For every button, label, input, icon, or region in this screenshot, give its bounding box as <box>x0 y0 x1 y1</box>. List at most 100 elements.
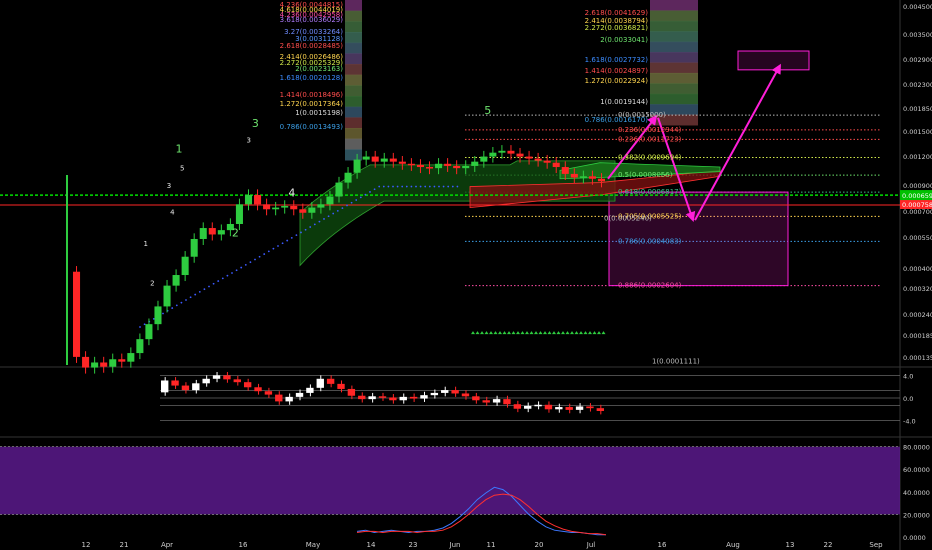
moving-average-dot <box>382 185 385 188</box>
moving-average-dot <box>272 247 275 250</box>
oscillator-bar <box>306 387 314 393</box>
fib-left-label: 2(0.0023163) <box>295 65 343 73</box>
moving-average-dot <box>350 201 353 204</box>
fib-extension-band <box>345 0 362 12</box>
moving-average-dot <box>327 215 330 218</box>
candle-body <box>163 285 171 307</box>
retracement-label: 0.786(0.0004083) <box>618 237 682 245</box>
oscillator-bar <box>503 399 511 405</box>
fib-extension-band <box>345 74 362 86</box>
moving-average-dot <box>341 207 344 210</box>
moving-average-dot <box>447 185 450 188</box>
y-tick-label: 0.0001850 <box>903 332 932 340</box>
oscillator-bar <box>586 406 594 409</box>
oscillator-bar <box>275 394 283 402</box>
moving-average-dot <box>433 185 436 188</box>
signal-triangle <box>489 331 493 335</box>
moving-average-dot <box>226 274 229 277</box>
fib-left-label: 1.414(0.0018496) <box>280 91 344 99</box>
chart-stage: 4.236(0.0044815) 4.618(0.0044019) 4.236(0.… <box>0 0 932 550</box>
moving-average-dot <box>396 185 399 188</box>
stochastic-tick: 20.0000 <box>903 511 930 519</box>
x-tick-label: May <box>306 541 320 549</box>
oscillator-bar <box>368 396 376 400</box>
signal-triangle <box>561 331 565 335</box>
candle-body <box>507 150 515 154</box>
wave-label: 3 <box>252 117 259 130</box>
candle-body <box>290 205 298 210</box>
moving-average-dot <box>208 285 210 288</box>
candle-body <box>588 176 596 179</box>
oscillator-bar <box>264 391 273 395</box>
candle-body <box>235 204 243 224</box>
oscillator-bar <box>565 407 573 410</box>
y-tick-label: 0.0007000 <box>903 208 932 216</box>
fib-extension-band <box>345 117 362 129</box>
oscillator-bar <box>555 407 563 410</box>
x-tick-label: 13 <box>786 541 795 549</box>
fib-extension-band <box>345 128 362 140</box>
y-tick-label: 0.0009000 <box>903 182 932 190</box>
y-tick-label: 0.0005500 <box>903 234 932 242</box>
signal-triangle <box>502 331 507 335</box>
oscillator-tick: -4.0 <box>903 418 916 426</box>
signal-triangle <box>588 331 592 335</box>
oscillator-bar <box>430 392 439 396</box>
y-tick-label: 0.0003200 <box>903 285 932 293</box>
fib-extension-band <box>345 149 362 161</box>
signal-triangle <box>520 331 525 335</box>
fib-right-label: 1(0.0019144) <box>600 98 648 106</box>
candle-body <box>597 178 605 182</box>
y-tick-label: 0.0002400 <box>903 311 932 319</box>
oscillator-bar <box>596 408 604 411</box>
fib-extension-band <box>650 0 698 11</box>
fib-left-label: 2.618(0.0028485) <box>280 42 344 50</box>
oscillator-bar <box>544 404 553 410</box>
oscillator-tick: 4.0 <box>903 372 913 380</box>
retracement-label: 0.618(0.0006817) <box>618 188 682 196</box>
oscillator-bar <box>482 400 490 403</box>
moving-average-dot <box>295 234 298 237</box>
fib-extension-band <box>345 138 362 150</box>
signal-triangle <box>592 331 597 335</box>
candle-body <box>199 228 207 239</box>
y-tick-label: 0.0004000 <box>903 265 932 273</box>
moving-average-dot <box>290 236 293 239</box>
oscillator-bar <box>399 396 407 401</box>
x-tick-label: 21 <box>120 541 129 549</box>
oscillator-bar <box>575 406 584 410</box>
oscillator-bar <box>192 383 200 391</box>
candle-body <box>217 230 225 235</box>
fib-right-label: 1.414(0.0024897) <box>585 67 649 75</box>
retracement-label: 0.236(0.0011723) <box>618 135 682 143</box>
x-tick-label: 12 <box>82 541 91 549</box>
signal-triangle <box>498 331 502 335</box>
oscillator-bar <box>181 385 190 391</box>
candle-body <box>263 204 271 210</box>
signal-triangle <box>484 331 489 335</box>
oscillator-bar <box>295 392 304 397</box>
signal-triangle <box>471 331 475 335</box>
moving-average-dot <box>313 223 316 226</box>
oscillator-bar <box>472 396 480 401</box>
moving-average-dot <box>401 185 404 188</box>
candle-body <box>389 158 397 162</box>
moving-average-dot <box>369 191 371 193</box>
fib-extension-band <box>345 10 362 22</box>
moving-average-dot <box>336 209 339 212</box>
chart-svg: 4.236(0.0044815)4.618(0.0044019)4.236(0.… <box>0 0 932 550</box>
retracement-label: 0.5(0.0008056) <box>618 171 673 179</box>
fib-left-label: 1.272(0.0017364) <box>280 100 344 108</box>
candle-body <box>91 362 99 368</box>
fib-right-label: 1.272(0.0022924) <box>585 77 649 85</box>
moving-average-dot <box>392 185 394 188</box>
signal-triangle <box>525 331 529 335</box>
candle-body <box>498 150 506 153</box>
candle-body <box>561 167 569 174</box>
candle-body <box>317 204 325 208</box>
candle-body <box>254 195 262 205</box>
fib-extension-band <box>345 32 362 44</box>
y-tick-label: 0.0018500 <box>903 105 932 113</box>
candle-body <box>570 173 578 178</box>
y-tick-label: 0.0023000 <box>903 81 932 89</box>
